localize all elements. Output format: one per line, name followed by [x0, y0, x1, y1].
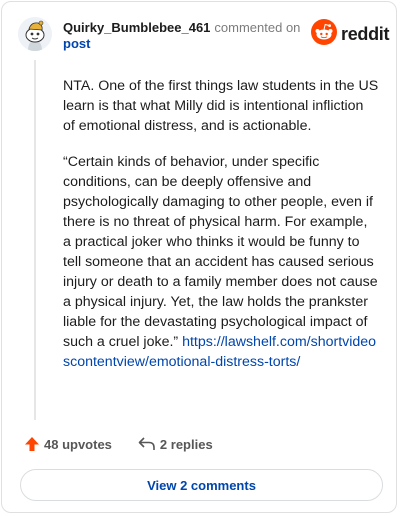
- user-avatar-icon[interactable]: [18, 17, 52, 51]
- reddit-logo-icon: [311, 19, 337, 50]
- reply-count: 2 replies: [159, 436, 213, 452]
- reddit-brand[interactable]: reddit: [311, 19, 390, 50]
- comment-actions: 48 upvotes 2 replies: [20, 436, 213, 452]
- replies-button[interactable]: 2 replies: [134, 436, 213, 452]
- post-link[interactable]: post: [63, 36, 90, 51]
- upvote-count: 48 upvotes: [44, 436, 112, 452]
- comment-author-line: Quirky_Bumblebee_461 commented on: [63, 20, 300, 35]
- reddit-wordmark: reddit: [341, 24, 390, 44]
- comment-body: NTA. One of the first things law student…: [63, 76, 379, 372]
- comment-card: Quirky_Bumblebee_461 commented on post re…: [1, 1, 397, 513]
- view-comments-button[interactable]: View 2 comments: [20, 469, 383, 501]
- username-link[interactable]: Quirky_Bumblebee_461: [63, 20, 210, 35]
- upvote-arrow-icon: [24, 436, 40, 452]
- comment-paragraph-1: NTA. One of the first things law student…: [63, 78, 379, 134]
- upvote-button[interactable]: 48 upvotes: [20, 436, 112, 452]
- thread-line: [34, 60, 36, 420]
- comment-paragraph-2: “Certain kinds of behavior, under specif…: [63, 152, 379, 372]
- reply-arrow-icon: [138, 436, 156, 452]
- commented-on-text: commented on: [214, 20, 301, 35]
- quote-text: “Certain kinds of behavior, under specif…: [63, 154, 378, 350]
